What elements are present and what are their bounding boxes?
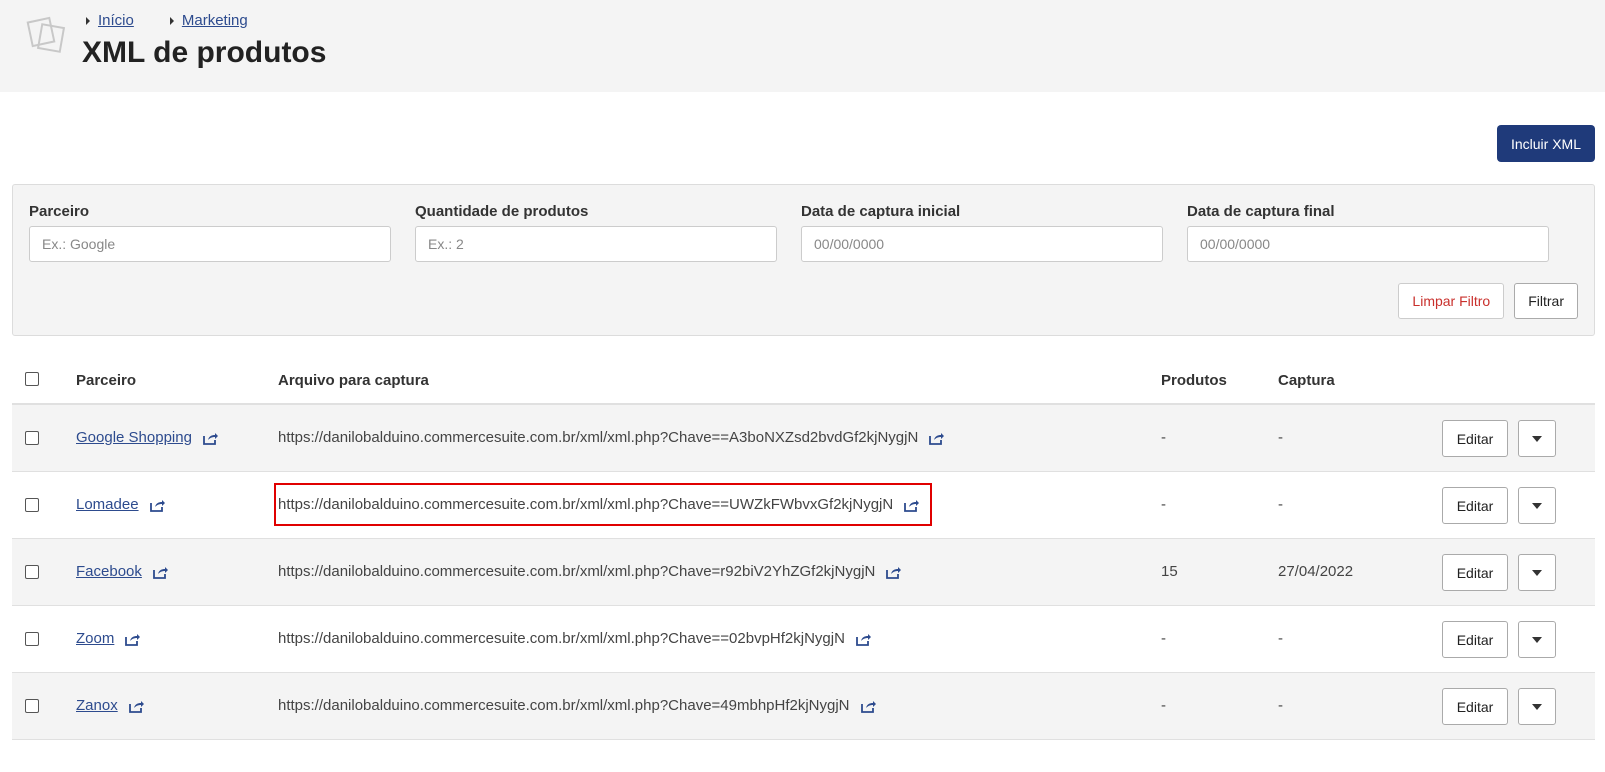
partner-cell: Lomadee	[76, 496, 165, 513]
partner-link[interactable]: Zanox	[76, 697, 118, 714]
products-cell: -	[1161, 697, 1166, 714]
file-url-cell: https://danilobalduino.commercesuite.com…	[278, 697, 876, 714]
filter-quantity-label: Quantidade de produtos	[415, 203, 589, 220]
external-link-icon[interactable]	[928, 431, 945, 445]
chevron-down-icon	[1532, 435, 1542, 442]
add-xml-button[interactable]: Incluir XML	[1496, 125, 1595, 162]
capture-cell: 27/04/2022	[1278, 563, 1354, 580]
chevron-down-icon	[1532, 703, 1542, 710]
edit-button[interactable]: Editar	[1442, 621, 1508, 658]
row-checkbox[interactable]	[25, 431, 39, 445]
row-actions-dropdown[interactable]	[1518, 487, 1556, 524]
external-link-icon[interactable]	[885, 565, 902, 579]
table-header: Parceiro Arquivo para captura Produtos C…	[12, 350, 1595, 405]
breadcrumb-link-inicio[interactable]: Início	[98, 12, 134, 29]
chevron-down-icon	[1532, 502, 1542, 509]
breadcrumb: Início Marketing	[86, 12, 248, 29]
row-checkbox[interactable]	[25, 498, 39, 512]
column-header-file: Arquivo para captura	[278, 372, 429, 389]
column-header-products: Produtos	[1161, 372, 1227, 389]
file-url-cell: https://danilobalduino.commercesuite.com…	[278, 496, 920, 513]
date-end-input[interactable]	[1187, 226, 1549, 262]
date-start-input[interactable]	[801, 226, 1163, 262]
table-row: Facebook https://danilobalduino.commerce…	[12, 539, 1595, 606]
products-cell: -	[1161, 630, 1166, 647]
filter-date-start-label: Data de captura inicial	[801, 203, 961, 220]
external-link-icon[interactable]	[202, 431, 218, 445]
filter-date-end-label: Data de captura final	[1187, 203, 1335, 220]
external-link-icon[interactable]	[855, 632, 871, 646]
filter-quantity: Quantidade de produtos	[415, 203, 777, 262]
partner-cell: Zanox	[76, 697, 144, 714]
row-actions-dropdown[interactable]	[1518, 554, 1556, 591]
filter-date-start: Data de captura inicial	[801, 203, 1163, 262]
partner-cell: Google Shopping	[76, 429, 218, 446]
filter-date-end: Data de captura final	[1187, 203, 1549, 262]
partner-cell: Zoom	[76, 630, 141, 647]
caret-right-icon	[86, 16, 90, 25]
filter-partner-label: Parceiro	[29, 203, 90, 220]
breadcrumb-item-inicio: Início	[86, 12, 134, 29]
table-row: Lomadee https://danilobalduino.commerces…	[12, 472, 1595, 539]
partner-cell: Facebook	[76, 563, 168, 580]
column-header-partner: Parceiro	[76, 372, 137, 389]
file-url-text: https://danilobalduino.commercesuite.com…	[278, 630, 845, 647]
capture-cell: -	[1278, 697, 1283, 714]
file-url-cell: https://danilobalduino.commercesuite.com…	[278, 563, 902, 580]
external-link-icon[interactable]	[860, 699, 876, 713]
partner-input[interactable]	[29, 226, 391, 262]
table-row: Zoom https://danilobalduino.commercesuit…	[12, 606, 1595, 673]
capture-cell: -	[1278, 630, 1283, 647]
row-checkbox[interactable]	[25, 699, 39, 713]
quantity-input[interactable]	[415, 226, 777, 262]
table-row: Google Shopping https://danilobalduino.c…	[12, 405, 1595, 472]
xml-table: Parceiro Arquivo para captura Produtos C…	[12, 350, 1595, 740]
edit-button[interactable]: Editar	[1442, 688, 1508, 725]
row-checkbox[interactable]	[25, 565, 39, 579]
page-header: Início Marketing XML de produtos	[0, 0, 1605, 92]
table-row: Zanox https://danilobalduino.commercesui…	[12, 673, 1595, 740]
external-link-icon[interactable]	[128, 699, 144, 713]
products-cell: -	[1161, 429, 1166, 446]
row-checkbox[interactable]	[25, 632, 39, 646]
edit-button[interactable]: Editar	[1442, 487, 1508, 524]
products-cell: -	[1161, 496, 1166, 513]
caret-right-icon	[169, 16, 174, 25]
breadcrumb-link-marketing[interactable]: Marketing	[182, 12, 248, 29]
breadcrumb-item-marketing: Marketing	[169, 12, 248, 29]
file-url-text: https://danilobalduino.commercesuite.com…	[278, 563, 876, 580]
chevron-down-icon	[1532, 636, 1542, 643]
external-link-icon[interactable]	[149, 498, 165, 512]
products-cell: 15	[1161, 563, 1178, 580]
partner-link[interactable]: Facebook	[76, 563, 142, 580]
external-link-icon[interactable]	[903, 498, 920, 512]
row-actions-dropdown[interactable]	[1518, 688, 1556, 725]
page-title: XML de produtos	[82, 36, 327, 69]
column-header-capture: Captura	[1278, 372, 1335, 389]
file-url-cell: https://danilobalduino.commercesuite.com…	[278, 429, 945, 446]
app-logo-icon	[26, 16, 66, 53]
filter-actions: Limpar Filtro Filtrar	[1398, 283, 1578, 319]
edit-button[interactable]: Editar	[1442, 554, 1508, 591]
clear-filter-button[interactable]: Limpar Filtro	[1398, 283, 1505, 319]
filter-partner: Parceiro	[29, 203, 391, 262]
partner-link[interactable]: Lomadee	[76, 496, 139, 513]
capture-cell: -	[1278, 496, 1283, 513]
partner-link[interactable]: Zoom	[76, 630, 114, 647]
external-link-icon[interactable]	[152, 565, 168, 579]
filter-panel: Parceiro Quantidade de produtos Data de …	[12, 184, 1595, 336]
partner-link[interactable]: Google Shopping	[76, 429, 192, 446]
select-all-checkbox[interactable]	[25, 372, 39, 386]
file-url-cell: https://danilobalduino.commercesuite.com…	[278, 630, 871, 647]
row-actions-dropdown[interactable]	[1518, 420, 1556, 457]
filter-button[interactable]: Filtrar	[1514, 283, 1578, 319]
chevron-down-icon	[1532, 569, 1542, 576]
file-url-text: https://danilobalduino.commercesuite.com…	[278, 697, 850, 714]
edit-button[interactable]: Editar	[1442, 420, 1508, 457]
file-url-text: https://danilobalduino.commercesuite.com…	[278, 429, 919, 446]
capture-cell: -	[1278, 429, 1283, 446]
external-link-icon[interactable]	[124, 632, 141, 646]
row-actions-dropdown[interactable]	[1518, 621, 1556, 658]
file-url-text: https://danilobalduino.commercesuite.com…	[278, 496, 894, 513]
